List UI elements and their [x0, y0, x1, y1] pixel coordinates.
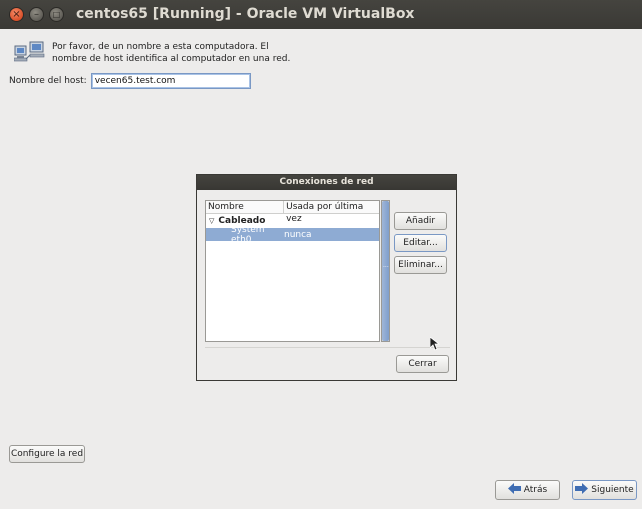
connection-last-used: nunca	[284, 229, 312, 240]
dialog-separator	[205, 347, 450, 348]
next-button[interactable]: Siguiente	[572, 480, 637, 500]
back-button[interactable]: Atrás	[495, 480, 560, 500]
minimize-icon: –	[34, 8, 39, 20]
window-title: centos65 [Running] - Oracle VM VirtualBo…	[76, 6, 415, 22]
window-minimize-button[interactable]: –	[29, 7, 44, 22]
network-computers-icon	[13, 41, 46, 65]
column-header-name[interactable]: Nombre	[206, 201, 285, 213]
intro-section: Por favor, de un nombre a esta computado…	[13, 41, 292, 65]
dialog-title: Conexiones de red	[197, 175, 456, 190]
network-connections-dialog: Conexiones de red Nombre Usada por últim…	[196, 174, 457, 381]
column-header-last-used[interactable]: Usada por última vez	[284, 201, 379, 224]
window-titlebar: × – □ centos65 [Running] - Oracle VM Vir…	[0, 0, 642, 29]
scrollbar-thumb[interactable]: ···	[382, 201, 389, 341]
window-maximize-button[interactable]: □	[49, 7, 64, 22]
configure-network-button[interactable]: Configure la red	[9, 445, 85, 463]
mouse-pointer-icon	[430, 337, 440, 351]
hostname-row: Nombre del host:	[9, 73, 251, 89]
connections-list[interactable]: Nombre Usada por última vez ▽ Cableado S…	[205, 200, 380, 342]
back-label: Atrás	[523, 485, 548, 495]
list-header: Nombre Usada por última vez	[206, 201, 379, 224]
arrow-left-icon	[507, 483, 521, 497]
maximize-icon: □	[52, 9, 61, 19]
window-close-button[interactable]: ×	[9, 7, 24, 22]
grip-icon: ···	[383, 264, 389, 271]
guest-screen: Por favor, de un nombre a esta computado…	[0, 29, 642, 509]
edit-button[interactable]: Editar...	[394, 234, 447, 252]
list-scrollbar[interactable]: ···	[381, 200, 390, 342]
hostname-input[interactable]	[90, 73, 251, 89]
next-label: Siguiente	[591, 485, 634, 495]
add-button[interactable]: Añadir	[394, 212, 447, 230]
connection-name: System eth0	[231, 224, 265, 245]
hostname-label: Nombre del host:	[9, 76, 87, 86]
close-icon: ×	[12, 8, 21, 20]
arrow-right-icon	[575, 483, 589, 497]
delete-button[interactable]: Eliminar...	[394, 256, 447, 274]
intro-text: Por favor, de un nombre a esta computado…	[52, 42, 291, 64]
table-row[interactable]: System eth0 nunca	[206, 225, 379, 245]
close-dialog-button[interactable]: Cerrar	[396, 355, 449, 373]
